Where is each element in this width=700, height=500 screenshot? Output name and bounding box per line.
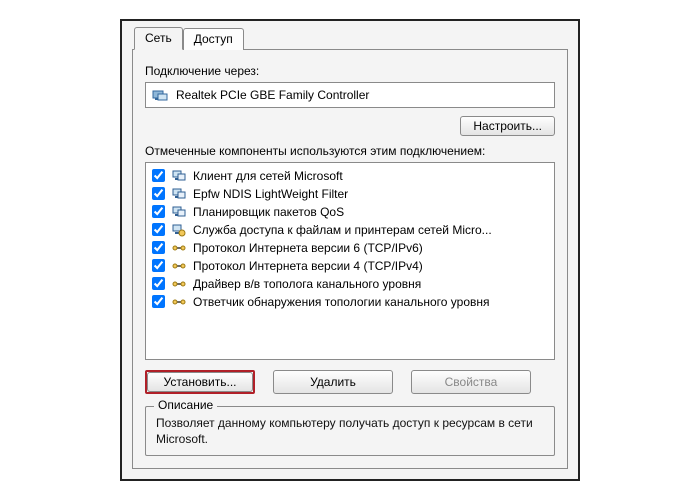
component-checkbox[interactable] bbox=[152, 277, 165, 290]
tab-bar: Сеть Доступ bbox=[132, 27, 568, 50]
component-checkbox[interactable] bbox=[152, 187, 165, 200]
protocol-icon bbox=[171, 258, 187, 274]
adapter-name: Realtek PCIe GBE Family Controller bbox=[176, 88, 369, 102]
uninstall-button[interactable]: Удалить bbox=[273, 370, 393, 394]
install-button[interactable]: Установить... bbox=[147, 372, 253, 392]
adapter-box[interactable]: Realtek PCIe GBE Family Controller bbox=[145, 82, 555, 108]
dialog-frame: Сеть Доступ Подключение через: Realtek P… bbox=[120, 19, 580, 481]
list-item[interactable]: Ответчик обнаружения топологии канальног… bbox=[148, 293, 552, 311]
tab-label: Доступ bbox=[194, 32, 233, 46]
network-adapter-icon bbox=[152, 87, 168, 103]
description-legend: Описание bbox=[154, 398, 217, 412]
component-label: Ответчик обнаружения топологии канальног… bbox=[193, 295, 490, 309]
connect-using-label: Подключение через: bbox=[145, 64, 555, 78]
list-item[interactable]: Служба доступа к файлам и принтерам сете… bbox=[148, 221, 552, 239]
protocol-icon bbox=[171, 276, 187, 292]
tab-network[interactable]: Сеть bbox=[134, 27, 183, 50]
component-label: Служба доступа к файлам и принтерам сете… bbox=[193, 223, 492, 237]
list-item[interactable]: Протокол Интернета версии 4 (TCP/IPv4) bbox=[148, 257, 552, 275]
protocol-icon bbox=[171, 294, 187, 310]
description-text: Позволяет данному компьютеру получать до… bbox=[156, 415, 544, 447]
component-checkbox[interactable] bbox=[152, 223, 165, 236]
service-icon bbox=[171, 222, 187, 238]
properties-button[interactable]: Свойства bbox=[411, 370, 531, 394]
component-checkbox[interactable] bbox=[152, 295, 165, 308]
tab-panel: Подключение через: Realtek PCIe GBE Fami… bbox=[132, 49, 568, 469]
protocol-icon bbox=[171, 240, 187, 256]
component-label: Протокол Интернета версии 6 (TCP/IPv6) bbox=[193, 241, 423, 255]
list-item[interactable]: Клиент для сетей Microsoft bbox=[148, 167, 552, 185]
tab-label: Сеть bbox=[145, 31, 172, 45]
description-group: Описание Позволяет данному компьютеру по… bbox=[145, 406, 555, 456]
component-checkbox[interactable] bbox=[152, 205, 165, 218]
component-label: Планировщик пакетов QoS bbox=[193, 205, 344, 219]
client-icon bbox=[171, 168, 187, 184]
list-item[interactable]: Протокол Интернета версии 6 (TCP/IPv6) bbox=[148, 239, 552, 257]
component-checkbox[interactable] bbox=[152, 169, 165, 182]
component-label: Клиент для сетей Microsoft bbox=[193, 169, 343, 183]
configure-button[interactable]: Настроить... bbox=[460, 116, 555, 136]
list-item[interactable]: Драйвер в/в тополога канального уровня bbox=[148, 275, 552, 293]
component-checkbox[interactable] bbox=[152, 241, 165, 254]
component-label: Протокол Интернета версии 4 (TCP/IPv4) bbox=[193, 259, 423, 273]
components-list[interactable]: Клиент для сетей Microsoft Epfw NDIS Ligh… bbox=[145, 162, 555, 360]
component-label: Epfw NDIS LightWeight Filter bbox=[193, 187, 348, 201]
component-label: Драйвер в/в тополога канального уровня bbox=[193, 277, 421, 291]
components-label: Отмеченные компоненты используются этим … bbox=[145, 144, 555, 158]
client-icon bbox=[171, 204, 187, 220]
list-item[interactable]: Планировщик пакетов QoS bbox=[148, 203, 552, 221]
component-checkbox[interactable] bbox=[152, 259, 165, 272]
tab-access[interactable]: Доступ bbox=[183, 28, 244, 50]
client-icon bbox=[171, 186, 187, 202]
install-highlight: Установить... bbox=[145, 370, 255, 394]
list-item[interactable]: Epfw NDIS LightWeight Filter bbox=[148, 185, 552, 203]
